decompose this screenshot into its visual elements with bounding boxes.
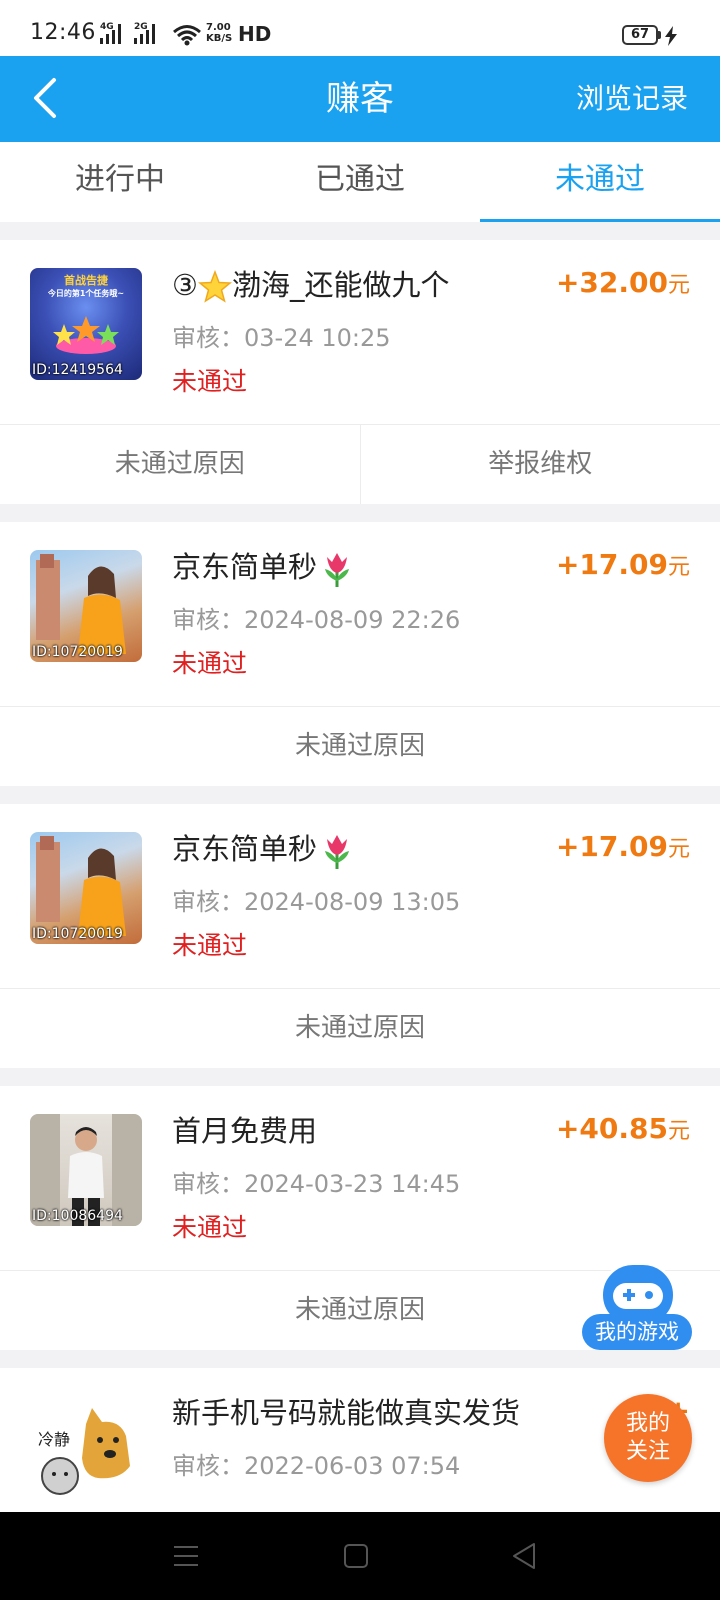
task-title: 首月免费用 bbox=[172, 1114, 318, 1148]
task-thumbnail: 首战告捷 今日的第1个任务哦~ ID:12419564 bbox=[30, 268, 142, 380]
task-list: 首战告捷 今日的第1个任务哦~ ID:12419564 ③ 渤海_还能做九个 审核… bbox=[0, 240, 720, 1570]
status-label: 未通过 bbox=[172, 1213, 248, 1242]
my-games-label: 我的游戏 bbox=[582, 1314, 692, 1350]
task-title: 京东简单秒 bbox=[172, 826, 357, 871]
status-tabs: 进行中 已通过 未通过 bbox=[0, 142, 720, 222]
task-thumbnail: ID:10720019 bbox=[30, 832, 142, 944]
task-card: ID:10720019 京东简单秒 审核：2024-08-09 22:26 未通… bbox=[0, 522, 720, 786]
tab-in-progress[interactable]: 进行中 bbox=[0, 142, 240, 222]
review-time: 审核：2024-08-09 22:26 bbox=[172, 606, 461, 634]
status-time: 12:46 bbox=[30, 20, 96, 45]
status-bar: 12:46 4G 2G 7.00 KB/S HD 67 bbox=[0, 0, 720, 56]
task-actions: 未通过原因 bbox=[0, 988, 720, 1068]
task-actions: 未通过原因 举报维权 bbox=[0, 424, 720, 504]
status-label: 未通过 bbox=[172, 649, 248, 678]
task-thumbnail: 冷静 bbox=[30, 1396, 142, 1508]
reject-reason-button[interactable]: 未通过原因 bbox=[0, 989, 720, 1068]
thumb-caption: 首战告捷 今日的第1个任务哦~ bbox=[47, 274, 125, 298]
task-id: ID:10720019 bbox=[32, 644, 123, 660]
task-card-body[interactable]: 首战告捷 今日的第1个任务哦~ ID:12419564 ③ 渤海_还能做九个 审核… bbox=[0, 240, 720, 424]
report-button[interactable]: 举报维权 bbox=[359, 425, 720, 504]
battery-tip bbox=[658, 31, 661, 39]
review-time: 审核：03-24 10:25 bbox=[172, 324, 391, 352]
status-label: 未通过 bbox=[172, 931, 248, 960]
reward-amount: +17.09元 bbox=[555, 548, 690, 581]
battery-level: 67 bbox=[630, 27, 650, 42]
task-card-body[interactable]: ID:10720019 京东简单秒 审核：2024-08-09 13:05 未通… bbox=[0, 804, 720, 988]
task-thumbnail: ID:10720019 bbox=[30, 550, 142, 662]
charging-bolt-icon bbox=[665, 26, 677, 46]
task-title: 新手机号码就能做真实发货 bbox=[172, 1396, 521, 1430]
reject-reason-button[interactable]: 未通过原因 bbox=[0, 707, 720, 786]
reward-amount: +32.00元 bbox=[555, 266, 690, 299]
task-id: ID:10720019 bbox=[32, 926, 123, 942]
review-time: 审核：2024-03-23 14:45 bbox=[172, 1170, 461, 1198]
doge-meme-illustration bbox=[41, 1408, 130, 1495]
wifi-icon bbox=[173, 25, 201, 46]
task-id: ID:12419564 bbox=[32, 362, 123, 378]
tab-passed[interactable]: 已通过 bbox=[240, 142, 480, 222]
home-icon[interactable] bbox=[340, 1540, 372, 1572]
task-card: 首战告捷 今日的第1个任务哦~ ID:12419564 ③ 渤海_还能做九个 审核… bbox=[0, 240, 720, 504]
app-header: 赚客 浏览记录 bbox=[0, 56, 720, 142]
browse-history-button[interactable]: 浏览记录 bbox=[576, 56, 688, 142]
task-card: ID:10720019 京东简单秒 审核：2024-08-09 13:05 未通… bbox=[0, 804, 720, 1068]
task-thumbnail: ID:10086494 bbox=[30, 1114, 142, 1226]
star-icon bbox=[198, 270, 232, 303]
hd-indicator: HD bbox=[238, 22, 272, 46]
task-card-body[interactable]: ID:10086494 首月免费用 审核：2024-03-23 14:45 未通… bbox=[0, 1086, 720, 1270]
back-icon[interactable] bbox=[508, 1540, 540, 1572]
battery-icon: 67 bbox=[622, 25, 658, 45]
chevron-left-icon[interactable] bbox=[24, 74, 74, 124]
tulip-icon bbox=[325, 553, 350, 587]
reward-amount: +40.85元 bbox=[555, 1112, 690, 1145]
menu-icon[interactable] bbox=[170, 1540, 202, 1572]
system-nav-bar bbox=[0, 1512, 720, 1600]
trophy-stars-illustration bbox=[53, 316, 119, 354]
tulip-icon bbox=[325, 835, 350, 869]
review-time: 审核：2024-08-09 13:05 bbox=[172, 888, 461, 916]
task-title: 京东简单秒 bbox=[172, 544, 357, 589]
task-card-body[interactable]: ID:10720019 京东简单秒 审核：2024-08-09 22:26 未通… bbox=[0, 522, 720, 706]
review-time: 审核：2022-06-03 07:54 bbox=[172, 1452, 461, 1480]
network-speed: 7.00 KB/S bbox=[206, 22, 233, 44]
my-follow-button[interactable]: 我的 关注 bbox=[604, 1394, 692, 1482]
status-label: 未通过 bbox=[172, 367, 248, 396]
task-actions: 未通过原因 bbox=[0, 706, 720, 786]
tab-failed[interactable]: 未通过 bbox=[480, 142, 720, 222]
my-games-button[interactable]: 我的游戏 bbox=[582, 1262, 692, 1362]
reject-reason-button[interactable]: 未通过原因 bbox=[0, 425, 360, 504]
reward-amount: +17.09元 bbox=[555, 830, 690, 863]
task-title: ③ 渤海_还能做九个 bbox=[172, 268, 450, 303]
task-id: ID:10086494 bbox=[32, 1208, 123, 1224]
